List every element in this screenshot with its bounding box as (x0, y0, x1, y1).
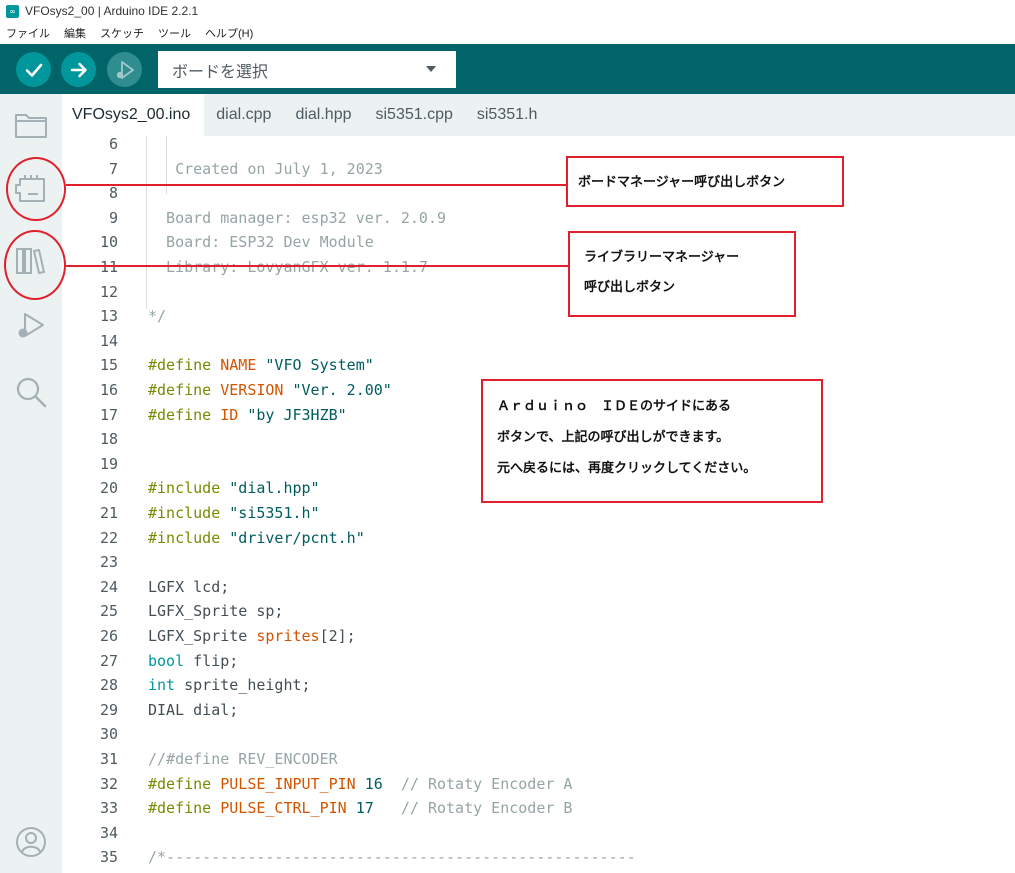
board-select-label: ボードを選択 (172, 63, 269, 81)
code-line[interactable]: #include "driver/pcnt.h" (148, 526, 365, 551)
code-line[interactable]: /*--------------------------------------… (148, 845, 636, 870)
annotation-board-manager: ボードマネージャー呼び出しボタン (566, 156, 844, 207)
toolbar: ボードを選択 (0, 44, 1015, 94)
line-number: 21 (99, 504, 118, 522)
annotation-line-library (66, 265, 570, 267)
debug-icon (18, 313, 44, 338)
tab-si5351-h[interactable]: si5351.h (465, 94, 550, 136)
line-number: 12 (99, 282, 118, 301)
code-line[interactable]: */ (148, 304, 166, 329)
line-number: 16 (99, 381, 118, 399)
line-number: 14 (99, 331, 118, 350)
annotation-side-note-text: Ａｒｄｕｉｎｏ ＩＤＥのサイドにある ボタンで、上記の呼び出しができます。 元へ… (497, 399, 757, 476)
code-line[interactable]: Board manager: esp32 ver. 2.0.9 (148, 206, 446, 231)
code-line[interactable]: LGFX lcd; (148, 575, 229, 600)
line-number: 18 (99, 430, 118, 449)
search-icon (16, 377, 47, 408)
line-number: 33 (99, 799, 118, 818)
title-bar: ∞ VFOsys2_00 | Arduino IDE 2.2.1 (0, 0, 1015, 22)
line-number: 13 (99, 307, 118, 326)
line-number: 22 (99, 528, 118, 547)
debugger-button[interactable] (11, 306, 51, 346)
tab-dial-hpp[interactable]: dial.hpp (283, 94, 363, 136)
line-number: 28 (99, 676, 118, 695)
menu-edit[interactable]: 編集 (64, 25, 86, 41)
line-number: 30 (99, 725, 118, 744)
tab-vfosys2-00-ino[interactable]: VFOsys2_00.ino (62, 94, 205, 136)
line-number: 25 (99, 602, 118, 621)
annotation-library-manager: ライブラリーマネージャー 呼び出しボタン (568, 231, 796, 317)
line-number: 29 (99, 700, 118, 719)
code-line[interactable]: #define PULSE_INPUT_PIN 16 // Rotaty Enc… (148, 772, 572, 797)
tab-si5351-cpp[interactable]: si5351.cpp (363, 94, 464, 136)
editor-tabs: VFOsys2_00.ino dial.cpp dial.hpp si5351.… (62, 94, 1015, 136)
code-line[interactable]: #define NAME "VFO System" (148, 353, 374, 378)
menu-sketch[interactable]: スケッチ (100, 25, 144, 41)
line-number: 7 (108, 159, 118, 178)
window-title: VFOsys2_00 | Arduino IDE 2.2.1 (25, 4, 199, 18)
line-number: 35 (99, 848, 118, 867)
annotation-circle-library (4, 230, 66, 300)
code-line[interactable]: #include "si5351.h" (148, 501, 320, 526)
code-line[interactable]: LGFX_Sprite sprites[2]; (148, 624, 356, 649)
chevron-down-icon (426, 66, 436, 72)
code-line[interactable]: Created on July 1, 2023 (148, 157, 383, 182)
debug-icon (116, 60, 134, 79)
code-line[interactable]: Library: LovyanGFX ver. 1.1.7 (148, 255, 428, 280)
line-number: 23 (99, 553, 118, 572)
annotation-library-manager-text: ライブラリーマネージャー 呼び出しボタン (584, 250, 740, 295)
line-number: 6 (108, 136, 118, 153)
indent-guide (146, 136, 147, 308)
line-number: 34 (99, 823, 118, 842)
account-button[interactable] (11, 822, 51, 862)
line-number: 32 (99, 774, 118, 793)
line-number: 15 (99, 356, 118, 375)
board-selector[interactable]: ボードを選択 (158, 51, 456, 88)
line-number: 27 (99, 651, 118, 670)
sketchbook-button[interactable] (11, 105, 51, 145)
code-line[interactable]: Board: ESP32 Dev Module (148, 230, 374, 255)
verify-button[interactable] (16, 52, 51, 87)
code-line[interactable]: LGFX_Sprite sp; (148, 599, 283, 624)
annotation-line-board (66, 184, 568, 186)
line-number: 26 (99, 627, 118, 645)
menu-tools[interactable]: ツール (158, 25, 191, 41)
code-line[interactable]: #define ID "by JF3HZB" (148, 403, 347, 428)
arduino-logo-icon: ∞ (6, 4, 19, 18)
annotation-side-note: Ａｒｄｕｉｎｏ ＩＤＥのサイドにある ボタンで、上記の呼び出しができます。 元へ… (481, 379, 823, 503)
debug-button[interactable] (107, 52, 142, 87)
line-number: 10 (99, 233, 118, 252)
arrow-right-icon (70, 62, 87, 77)
code-line[interactable]: bool flip; (148, 649, 238, 674)
check-icon (25, 63, 42, 77)
line-number: 9 (108, 208, 118, 227)
line-number: 24 (99, 577, 118, 596)
tab-dial-cpp[interactable]: dial.cpp (204, 94, 283, 136)
upload-button[interactable] (61, 52, 96, 87)
line-number-gutter: 6 7 8 9 10 11 12 13 14 15 16 17 18 19 20 21 22 23 24 25 26 27… (62, 136, 126, 873)
code-editor[interactable]: 6 7 8 9 10 11 12 13 14 15 16 17 18 19 20 21 22 23 24 25 26 27… (62, 136, 1015, 873)
account-icon (16, 827, 46, 857)
code-line[interactable]: DIAL dial; (148, 698, 238, 723)
menu-file[interactable]: ファイル (6, 25, 50, 41)
line-number: 17 (99, 405, 118, 424)
line-number: 11 (99, 258, 118, 276)
annotation-circle-board (6, 157, 66, 221)
annotation-board-manager-text: ボードマネージャー呼び出しボタン (578, 175, 786, 190)
code-line[interactable]: #include "dial.hpp" (148, 476, 320, 501)
menu-bar: ファイル 編集 スケッチ ツール ヘルプ(H) (0, 22, 1015, 44)
code-line[interactable]: #define PULSE_CTRL_PIN 17 // Rotaty Enco… (148, 796, 572, 821)
code-line[interactable]: #define VERSION "Ver. 2.00" (148, 378, 392, 403)
search-button[interactable] (11, 372, 51, 412)
code-line[interactable]: //#define REV_ENCODER (148, 747, 338, 772)
code-line[interactable]: int sprite_height; (148, 673, 311, 698)
menu-help[interactable]: ヘルプ(H) (205, 25, 253, 41)
line-number: 31 (99, 750, 118, 768)
line-number: 20 (99, 479, 118, 498)
line-number: 19 (99, 454, 118, 473)
folder-icon (15, 114, 47, 138)
